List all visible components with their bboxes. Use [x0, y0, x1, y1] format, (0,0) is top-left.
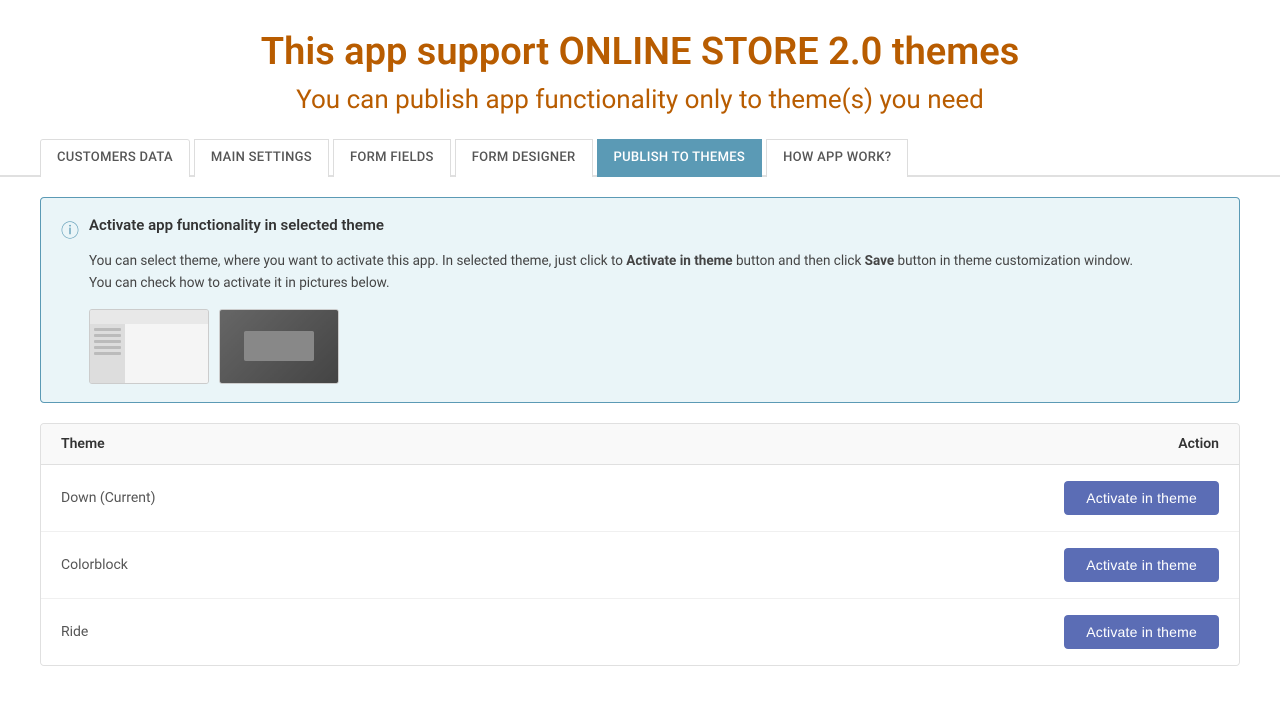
theme-name-1: Down (Current)	[61, 490, 156, 506]
info-bold-1: Activate in theme	[626, 253, 732, 269]
theme-name-2: Colorblock	[61, 557, 128, 573]
themes-table: Theme Action Down (Current) Activate in …	[40, 423, 1240, 666]
activate-button-2[interactable]: Activate in theme	[1064, 548, 1219, 582]
page-subtitle: You can publish app functionality only t…	[20, 84, 1260, 118]
table-row: Ride Activate in theme	[41, 599, 1239, 665]
info-bold-2: Save	[865, 253, 894, 269]
page-header: This app support ONLINE STORE 2.0 themes…	[0, 0, 1280, 137]
table-row: Down (Current) Activate in theme	[41, 465, 1239, 532]
info-images	[61, 309, 1219, 384]
page-title: This app support ONLINE STORE 2.0 themes	[20, 30, 1260, 76]
info-box-body: You can select theme, where you want to …	[61, 251, 1219, 294]
tab-form-designer[interactable]: FORM DESIGNER	[455, 139, 593, 177]
tab-customers-data[interactable]: CUSTOMERS DATA	[40, 139, 190, 177]
activate-button-3[interactable]: Activate in theme	[1064, 615, 1219, 649]
info-box: ⓘ Activate app functionality in selected…	[40, 197, 1240, 402]
column-action: Action	[1178, 436, 1219, 452]
info-box-header: ⓘ Activate app functionality in selected…	[61, 216, 1219, 243]
info-box-title: Activate app functionality in selected t…	[89, 216, 384, 234]
tab-main-settings[interactable]: MAIN SETTINGS	[194, 139, 329, 177]
column-theme: Theme	[61, 436, 105, 452]
activate-button-1[interactable]: Activate in theme	[1064, 481, 1219, 515]
info-body-text3: button in theme customization window.	[894, 253, 1133, 269]
table-row: Colorblock Activate in theme	[41, 532, 1239, 599]
tabs-container: CUSTOMERS DATA MAIN SETTINGS FORM FIELDS…	[0, 137, 1280, 177]
tab-how-app-work[interactable]: HOW APP WORK?	[766, 139, 908, 177]
thumbnail-2[interactable]	[219, 309, 339, 384]
table-header: Theme Action	[41, 424, 1239, 465]
info-body-text2: button and then click	[733, 253, 865, 269]
thumbnail-1[interactable]	[89, 309, 209, 384]
theme-name-3: Ride	[61, 624, 88, 640]
tab-publish-to-themes[interactable]: PUBLISH TO THEMES	[597, 139, 763, 177]
info-body-text1: You can select theme, where you want to …	[89, 253, 626, 269]
info-body-line2: You can check how to activate it in pict…	[89, 275, 390, 291]
main-content: ⓘ Activate app functionality in selected…	[0, 177, 1280, 685]
tab-form-fields[interactable]: FORM FIELDS	[333, 139, 451, 177]
info-icon: ⓘ	[61, 217, 79, 243]
